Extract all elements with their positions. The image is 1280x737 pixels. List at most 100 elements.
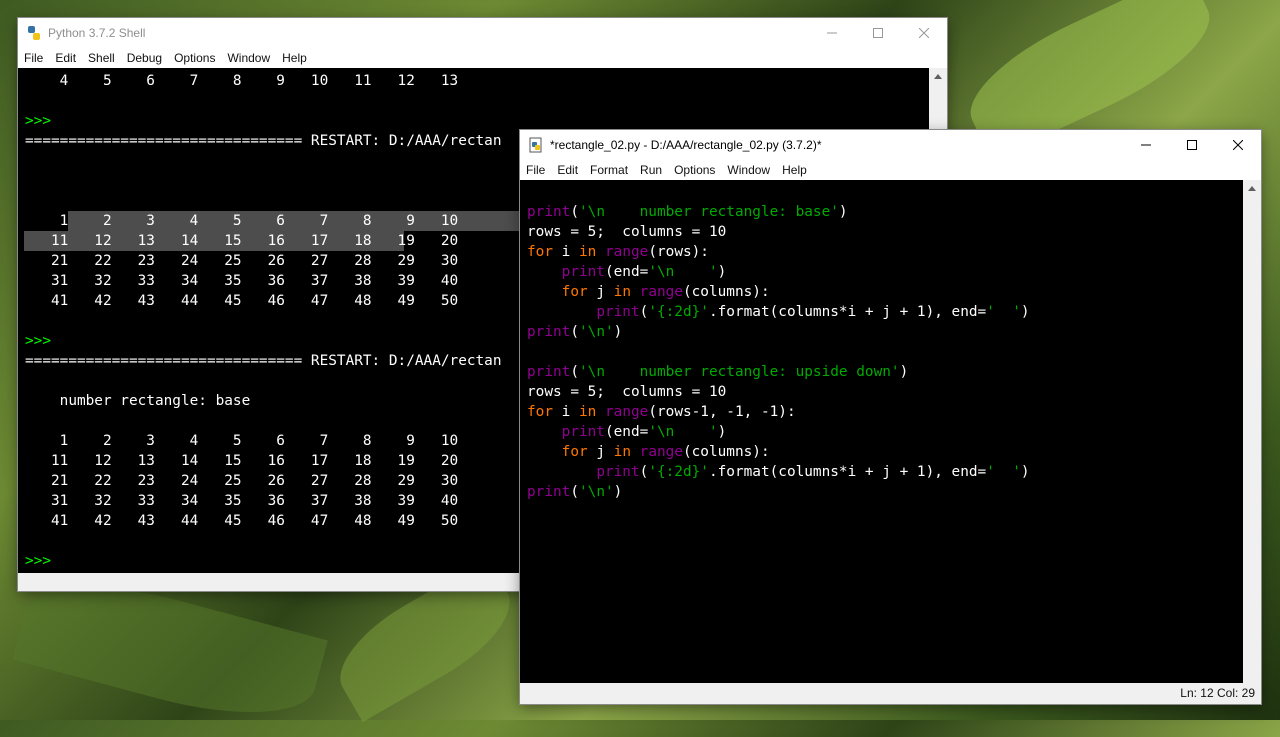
shell-prompt: >>> xyxy=(25,333,51,349)
code-token: ) xyxy=(717,264,727,280)
code-token: ) xyxy=(613,484,623,500)
editor-vertical-scrollbar[interactable] xyxy=(1243,180,1261,683)
code-token: (rows-1, -1, -1): xyxy=(648,404,796,420)
menu-file[interactable]: File xyxy=(18,51,49,65)
shell-output-line: 1 2 3 4 5 6 7 8 9 10 xyxy=(25,213,459,229)
shell-output-line: 11 12 13 14 15 16 17 18 19 20 xyxy=(25,453,459,469)
shell-output-line: 41 42 43 44 45 46 47 48 49 50 xyxy=(25,293,459,309)
code-token: ( xyxy=(570,204,579,220)
menu-edit[interactable]: Edit xyxy=(551,163,584,177)
shell-output-line: 31 32 33 34 35 36 37 38 39 40 xyxy=(25,493,459,509)
menu-window[interactable]: Window xyxy=(721,163,776,177)
code-token: in xyxy=(613,284,631,300)
code-token: .format(columns*i + j + 1), end= xyxy=(708,464,987,480)
code-token: ) xyxy=(899,364,909,380)
code-token: ( xyxy=(639,464,649,480)
code-line: rows = 5; columns = 10 xyxy=(527,382,726,402)
code-token: in xyxy=(579,244,597,260)
code-token: '\n number rectangle: upside down' xyxy=(579,364,900,380)
code-token: ) xyxy=(1020,304,1030,320)
code-line: for i in range(rows-1, -1, -1): xyxy=(527,402,796,422)
menu-shell[interactable]: Shell xyxy=(82,51,121,65)
status-bar: Ln: 12 Col: 29 xyxy=(520,683,1261,704)
code-token: print xyxy=(527,324,571,340)
editor-title: *rectangle_02.py - D:/AAA/rectangle_02.p… xyxy=(550,138,822,152)
code-token: in xyxy=(613,444,631,460)
scroll-up-icon[interactable] xyxy=(1243,180,1261,198)
shell-title: Python 3.7.2 Shell xyxy=(48,26,146,40)
menu-options[interactable]: Options xyxy=(668,163,721,177)
shell-output-line: 11 12 13 14 15 16 17 18 19 20 xyxy=(25,233,459,249)
menu-edit[interactable]: Edit xyxy=(49,51,82,65)
minimize-icon[interactable] xyxy=(809,18,855,48)
restart-line: ================================ RESTART… xyxy=(25,133,502,149)
code-token: i xyxy=(553,404,579,420)
menu-run[interactable]: Run xyxy=(634,163,668,177)
code-token: print xyxy=(596,464,640,480)
editor-menubar: File Edit Format Run Options Window Help xyxy=(520,160,1261,180)
menu-debug[interactable]: Debug xyxy=(121,51,168,65)
code-line: for j in range(columns): xyxy=(527,442,770,462)
code-token: rows = 5; columns = 10 xyxy=(527,384,727,400)
code-token: range xyxy=(639,284,683,300)
code-line: print(end='\n ') xyxy=(527,262,727,282)
scroll-up-icon[interactable] xyxy=(929,68,947,86)
code-token: j xyxy=(587,284,614,300)
maximize-icon[interactable] xyxy=(1169,130,1215,160)
code-token: '\n' xyxy=(579,324,614,340)
editor-titlebar[interactable]: *rectangle_02.py - D:/AAA/rectangle_02.p… xyxy=(520,130,1261,160)
menu-file[interactable]: File xyxy=(520,163,551,177)
code-token: '\n ' xyxy=(648,424,718,440)
code-token: (rows): xyxy=(648,244,709,260)
code-token: ( xyxy=(570,324,579,340)
code-token: range xyxy=(639,444,683,460)
code-token: '{:2d}' xyxy=(648,304,709,320)
code-token: '{:2d}' xyxy=(648,464,709,480)
code-line: print('\n') xyxy=(527,322,622,342)
code-token: .format(columns*i + j + 1), end= xyxy=(708,304,987,320)
code-token: ) xyxy=(1020,464,1030,480)
code-token: in xyxy=(579,404,597,420)
close-icon[interactable] xyxy=(1215,130,1261,160)
shell-output-line: 31 32 33 34 35 36 37 38 39 40 xyxy=(25,273,459,289)
code-token: print xyxy=(561,264,605,280)
code-token: ) xyxy=(838,204,848,220)
code-token: (columns): xyxy=(682,284,770,300)
code-token: ( xyxy=(570,364,579,380)
shell-output-line: 21 22 23 24 25 26 27 28 29 30 xyxy=(25,473,459,489)
code-token: '\n number rectangle: base' xyxy=(579,204,839,220)
shell-output-line: number rectangle: base xyxy=(25,393,251,409)
cursor-position: Ln: 12 Col: 29 xyxy=(1180,686,1255,700)
code-line: print('{:2d}'.format(columns*i + j + 1),… xyxy=(527,302,1030,322)
code-token: print xyxy=(596,304,640,320)
menu-window[interactable]: Window xyxy=(221,51,276,65)
menu-help[interactable]: Help xyxy=(276,51,313,65)
code-token: '\n' xyxy=(579,484,614,500)
shell-titlebar[interactable]: Python 3.7.2 Shell xyxy=(18,18,947,48)
menu-help[interactable]: Help xyxy=(776,163,813,177)
code-line: print('{:2d}'.format(columns*i + j + 1),… xyxy=(527,462,1030,482)
code-line: print('\n') xyxy=(527,482,622,502)
close-icon[interactable] xyxy=(901,18,947,48)
code-token: j xyxy=(587,444,614,460)
code-line: rows = 5; columns = 10 xyxy=(527,222,726,242)
menu-options[interactable]: Options xyxy=(168,51,221,65)
code-token: ( xyxy=(639,304,649,320)
code-token: for xyxy=(561,444,588,460)
code-token: for xyxy=(527,404,553,420)
code-token: ) xyxy=(717,424,727,440)
minimize-icon[interactable] xyxy=(1123,130,1169,160)
code-token: range xyxy=(605,244,649,260)
code-editor-area[interactable]: print('\n number rectangle: base') rows =… xyxy=(520,180,1243,683)
editor-window[interactable]: *rectangle_02.py - D:/AAA/rectangle_02.p… xyxy=(520,130,1261,704)
maximize-icon[interactable] xyxy=(855,18,901,48)
code-token: i xyxy=(553,244,579,260)
code-token: ' ' xyxy=(986,304,1021,320)
menu-format[interactable]: Format xyxy=(584,163,634,177)
shell-output-line: 1 2 3 4 5 6 7 8 9 10 xyxy=(25,433,459,449)
